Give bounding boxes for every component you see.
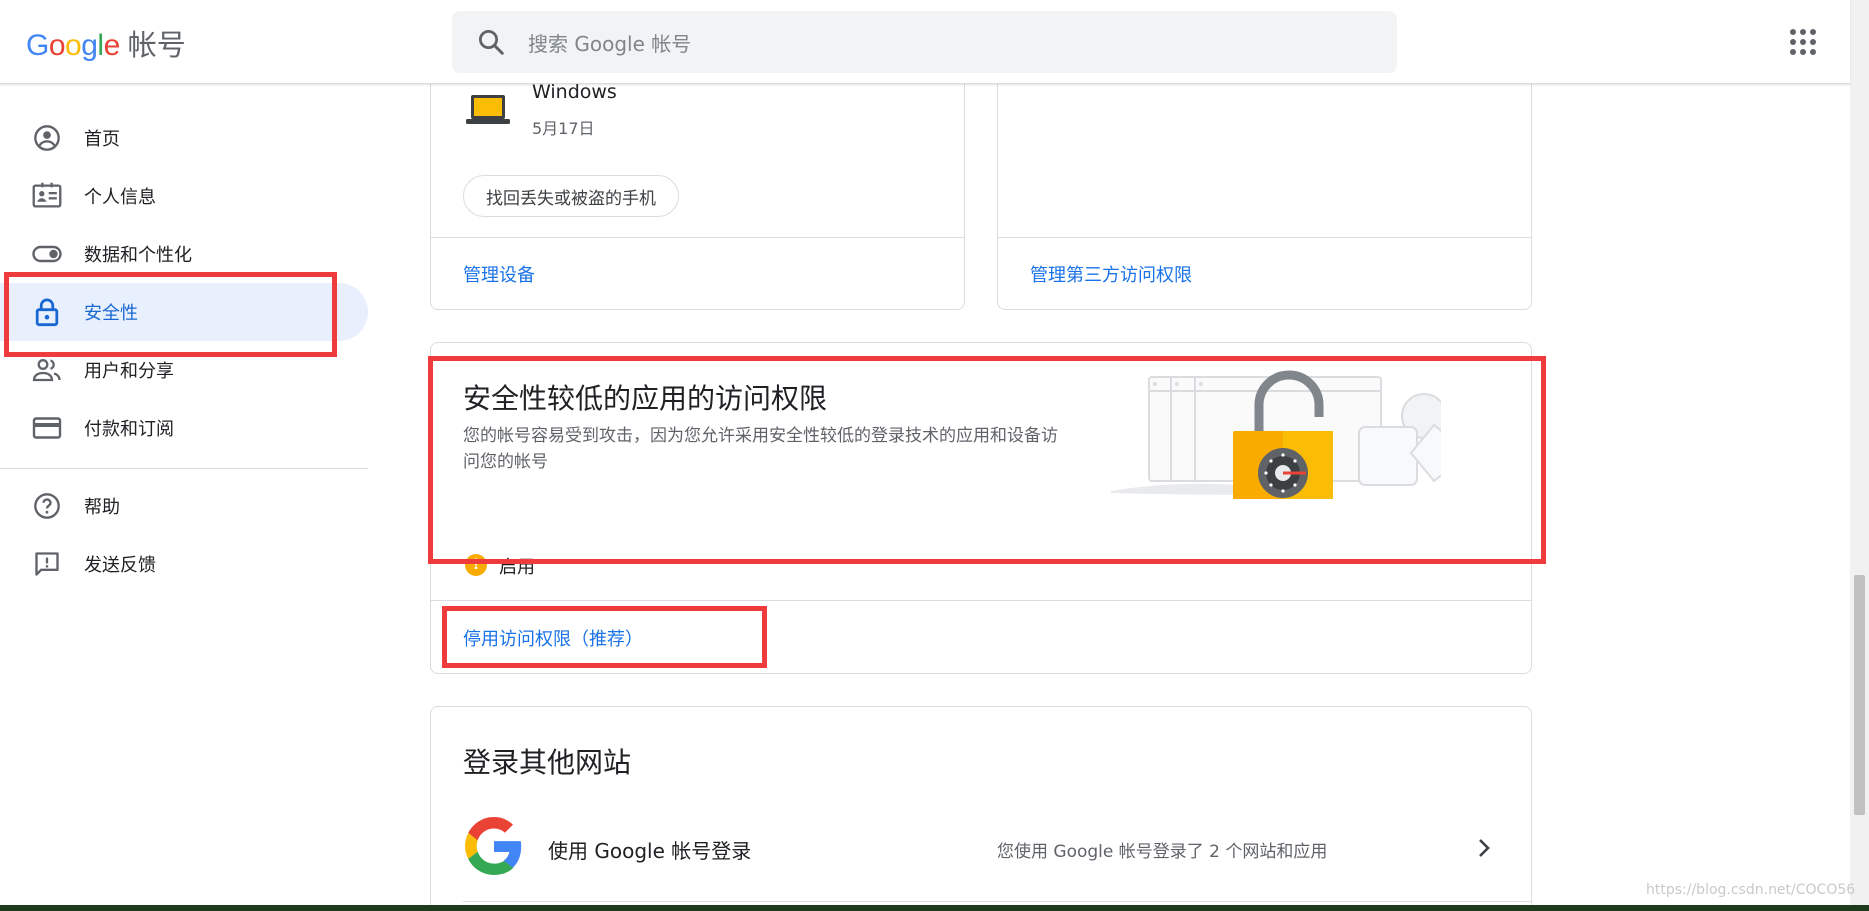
devices-card: Windows 5月17日 找回丢失或被盗的手机 管理设备 [430,64,965,310]
device-last-seen: 5月17日 [532,119,595,138]
less-secure-description: 您的帐号容易受到攻击，因为您允许采用安全性较低的登录技术的应用和设备访问您的帐号 [463,426,1058,472]
card-divider [431,237,964,238]
google-account-logo[interactable]: Google 帐号 [26,22,186,64]
sidebar-item-home[interactable]: 首页 [0,109,368,167]
less-secure-title: 安全性较低的应用的访问权限 [463,382,828,415]
account-circle-icon [32,123,62,153]
sidebar-item-help[interactable]: 帮助 [0,477,368,535]
access-status: 启用 [499,557,535,578]
sidebar-divider [0,468,368,469]
device-name: Windows [532,81,617,103]
laptop-icon [466,95,510,124]
sidebar-item-label: 数据和个性化 [84,245,192,266]
search-input[interactable]: 搜索 Google 帐号 [528,28,691,57]
logo-suffix: 帐号 [127,28,186,62]
id-card-icon [32,181,62,211]
help-icon [32,491,62,521]
warning-icon: ! [465,554,487,576]
search-bar[interactable]: 搜索 Google 帐号 [452,11,1397,73]
sidebar-item-personal-info[interactable]: 个人信息 [0,167,368,225]
google-apps-icon[interactable] [1790,29,1816,55]
sign-in-with-google-row[interactable]: 使用 Google 帐号登录 您使用 Google 帐号登录了 2 个网站和应用 [431,807,1531,897]
page-scrollbar[interactable] [1850,0,1869,911]
lock-icon [32,297,62,327]
google-g-icon [465,817,522,875]
feedback-icon [32,549,62,579]
unlocked-padlock-illustration [1111,370,1441,499]
scrollbar-thumb[interactable] [1854,575,1865,815]
top-app-bar: Google 帐号 搜索 Google 帐号 [0,0,1850,84]
sidebar-item-label: 个人信息 [84,187,156,208]
credit-card-icon [32,413,62,443]
less-secure-app-access-card: 安全性较低的应用的访问权限 您的帐号容易受到攻击，因为您允许采用安全性较低的登录… [430,342,1532,674]
find-lost-phone-button[interactable]: 找回丢失或被盗的手机 [463,175,679,217]
chevron-right-icon [1479,839,1490,857]
sidebar-item-people-sharing[interactable]: 用户和分享 [0,341,368,399]
card-divider [431,600,1531,601]
manage-third-party-access-link[interactable]: 管理第三方访问权限 [1030,261,1192,287]
toggle-icon [32,239,62,269]
sidebar-item-data-personalization[interactable]: 数据和个性化 [0,225,368,283]
sidebar-item-label: 发送反馈 [84,555,156,576]
sign-in-other-sites-card: 登录其他网站 使用 Google 帐号登录 您使用 Google 帐号登录了 2… [430,706,1532,911]
sidebar-item-label: 帮助 [84,497,120,518]
sign-in-with-google-desc: 您使用 Google 帐号登录了 2 个网站和应用 [997,842,1328,862]
sidebar-item-payments[interactable]: 付款和订阅 [0,399,368,457]
google-wordmark: Google [26,29,120,62]
card-divider [998,237,1531,238]
other-sites-title: 登录其他网站 [463,746,632,779]
sign-in-with-google-label: 使用 Google 帐号登录 [548,839,752,863]
disable-access-link[interactable]: 停用访问权限（推荐） [463,625,643,651]
third-party-access-card: 管理第三方访问权限 [997,64,1532,310]
sidebar-nav: 首页 个人信息 数据和个性化 安全性 用户和分享 付款和订阅 帮助 发送反馈 [0,84,370,911]
sidebar-item-security[interactable]: 安全性 [0,283,368,341]
sidebar-item-label: 安全性 [84,303,138,324]
sidebar-item-label: 用户和分享 [84,361,174,382]
search-icon[interactable] [476,27,506,57]
watermark: https://blog.csdn.net/COCO56 [1646,882,1856,898]
manage-devices-link[interactable]: 管理设备 [463,261,535,287]
sidebar-item-label: 首页 [84,129,120,150]
people-icon [32,355,62,385]
sidebar-item-label: 付款和订阅 [84,419,174,440]
sidebar-item-feedback[interactable]: 发送反馈 [0,535,368,593]
taskbar-edge [0,905,1869,911]
card-divider [463,901,1531,902]
